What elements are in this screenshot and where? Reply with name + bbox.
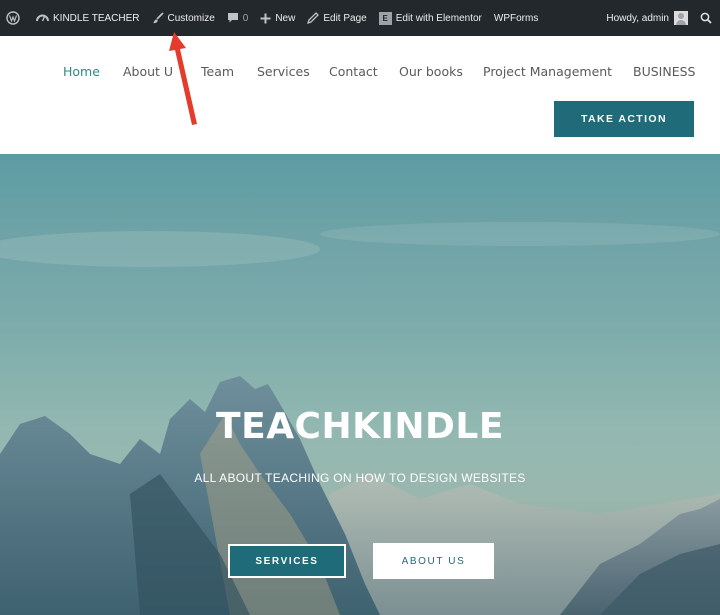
wp-logo-menu[interactable] (0, 0, 30, 36)
nav-item-business[interactable]: BUSINESS (633, 64, 695, 79)
elementor-badge: E (378, 11, 392, 25)
search-icon (700, 12, 712, 24)
site-name: KINDLE TEACHER (53, 12, 140, 24)
site-name-menu[interactable]: KINDLE TEACHER (30, 0, 146, 36)
elementor-icon: E (378, 11, 392, 25)
nav-item-our-books[interactable]: Our books (399, 64, 463, 79)
nav-item-about[interactable]: About U (123, 64, 173, 79)
edit-page-menu[interactable]: Edit Page (301, 0, 372, 36)
hero-background-image (0, 222, 720, 615)
wordpress-icon (6, 11, 20, 25)
take-action-button[interactable]: TAKE ACTION (554, 101, 694, 137)
hero-section: TEACHKINDLE ALL ABOUT TEACHING ON HOW TO… (0, 154, 720, 615)
account-menu[interactable]: Howdy, admin (600, 0, 694, 36)
admin-bar: KINDLE TEACHER Customize 0 New Edit Page… (0, 0, 720, 36)
edit-elementor-label: Edit with Elementor (395, 12, 482, 24)
nav-item-project-management[interactable]: Project Management (483, 64, 612, 79)
edit-page-label: Edit Page (323, 12, 367, 24)
nav-item-contact[interactable]: Contact (329, 64, 378, 79)
comment-icon (227, 12, 239, 24)
admin-search[interactable] (694, 0, 720, 36)
elementor-menu[interactable]: E Edit with Elementor (373, 0, 488, 36)
brush-icon (152, 12, 164, 24)
new-content-menu[interactable]: New (254, 0, 301, 36)
howdy-label: Howdy, admin (606, 12, 669, 24)
new-label: New (275, 12, 296, 24)
services-button[interactable]: SERVICES (228, 544, 346, 578)
avatar (674, 11, 688, 25)
site-header: Home About U Team Services Contact Our b… (0, 36, 720, 154)
hero-subtitle: ALL ABOUT TEACHING ON HOW TO DESIGN WEBS… (194, 471, 526, 485)
customize-label: Customize (167, 12, 215, 24)
nav-item-team[interactable]: Team (201, 64, 234, 79)
main-navigation: Home About U Team Services Contact Our b… (0, 60, 720, 82)
customize-menu[interactable]: Customize (146, 0, 221, 36)
about-us-button[interactable]: ABOUT US (373, 543, 494, 579)
hero-title: TEACHKINDLE (216, 406, 504, 447)
nav-item-services[interactable]: Services (257, 64, 310, 79)
pencil-icon (307, 12, 320, 24)
dashboard-icon (36, 12, 49, 24)
comments-count: 0 (242, 12, 249, 24)
nav-item-home[interactable]: Home (63, 64, 100, 79)
wpforms-menu[interactable]: WPForms (488, 0, 544, 36)
comments-menu[interactable]: 0 (221, 0, 255, 36)
wpforms-label: WPForms (493, 12, 539, 24)
plus-icon (260, 13, 271, 24)
